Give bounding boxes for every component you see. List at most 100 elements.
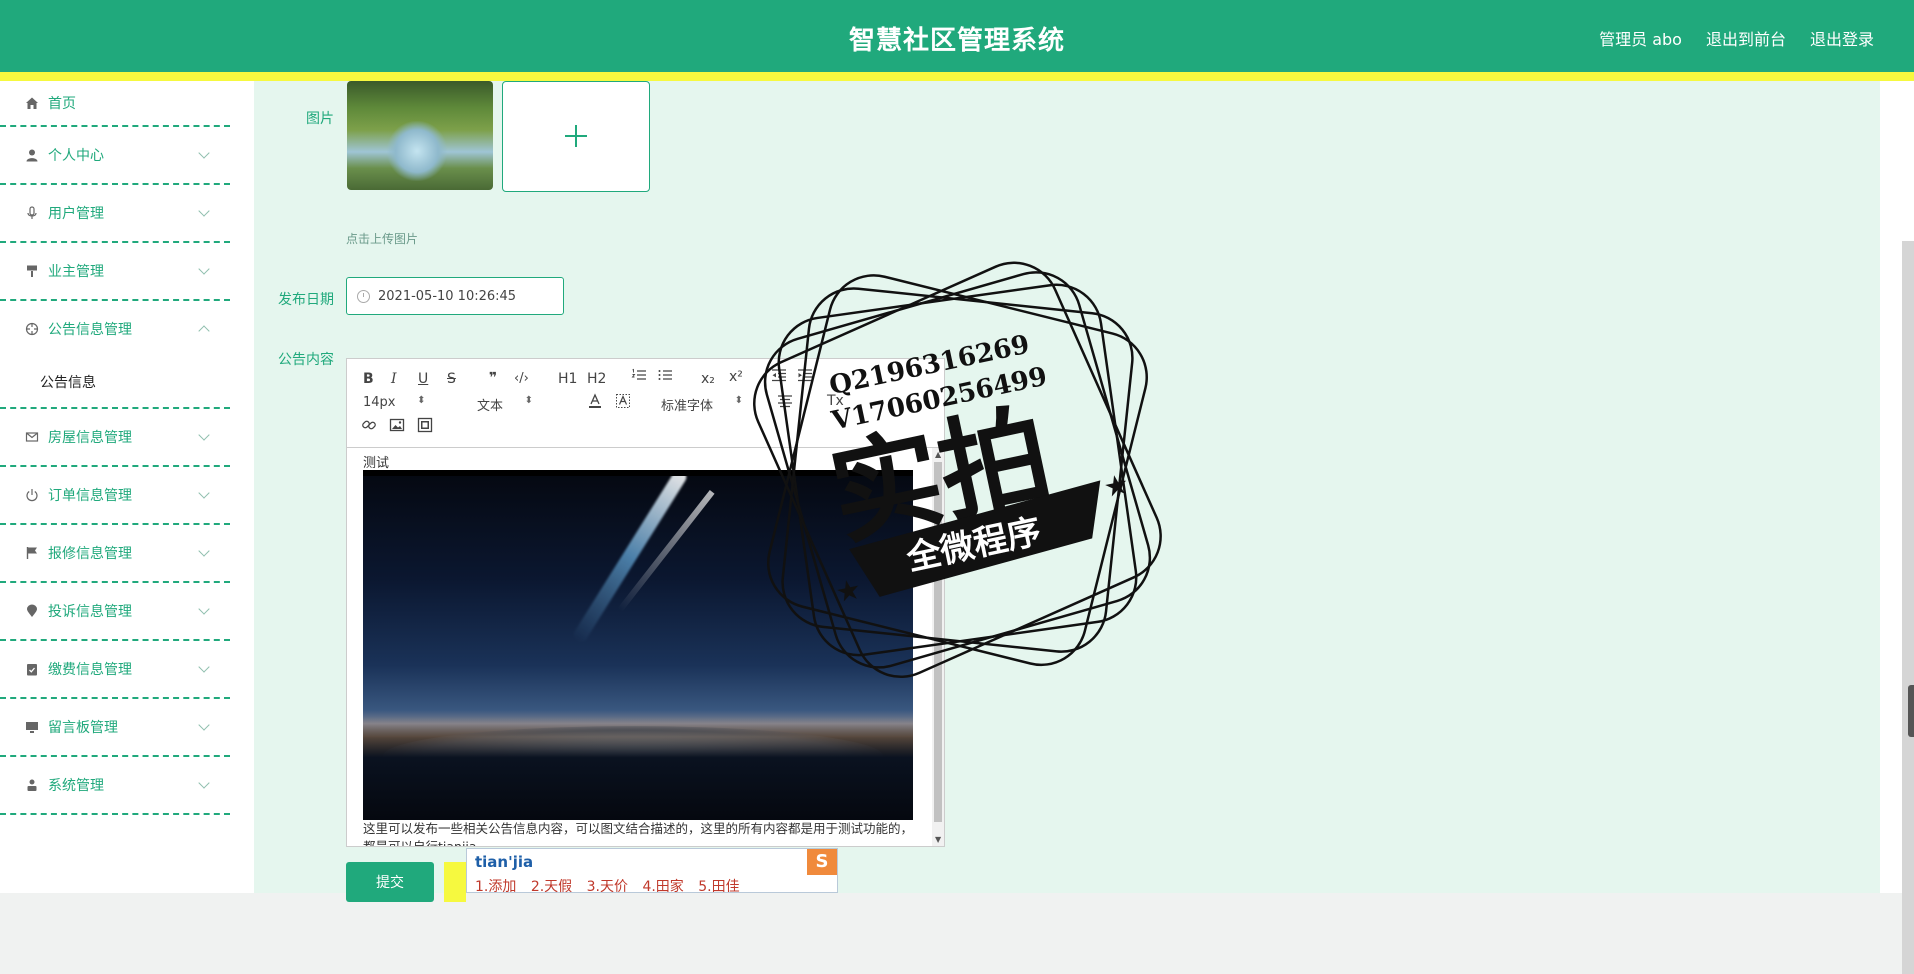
- font-color-icon[interactable]: [587, 393, 603, 413]
- image-comet-streak: [571, 476, 689, 645]
- chevron-up-icon: [198, 325, 210, 337]
- indent-increase-icon[interactable]: [797, 367, 813, 387]
- subscript-button[interactable]: x₂: [701, 371, 715, 387]
- sidebar-subitem-notice-info[interactable]: 公告信息: [0, 357, 230, 409]
- scroll-up-arrow-icon[interactable]: ▲: [935, 450, 941, 459]
- sidebar-item-owner-management[interactable]: 业主管理: [0, 243, 230, 301]
- heading-select[interactable]: 文本: [477, 395, 533, 414]
- sidebar-item-label: 业主管理: [48, 264, 104, 280]
- chevron-down-icon: [198, 603, 210, 615]
- submit-button[interactable]: 提交: [346, 862, 434, 902]
- sidebar-item-label: 系统管理: [48, 778, 104, 794]
- home-icon: [24, 95, 40, 111]
- logout-link[interactable]: 退出登录: [1810, 26, 1874, 50]
- image-upload-button[interactable]: [502, 81, 650, 192]
- header-actions: 管理员 abo 退出到前台 退出登录: [1599, 26, 1874, 50]
- background-color-icon[interactable]: [615, 393, 631, 413]
- side-float-tab[interactable]: [1908, 685, 1914, 737]
- secondary-button[interactable]: [444, 862, 466, 902]
- bullet-list-icon[interactable]: [657, 367, 673, 387]
- editor-scroll-thumb[interactable]: [934, 462, 942, 822]
- flag-icon: [24, 545, 40, 561]
- chevron-down-icon: [198, 487, 210, 499]
- superscript-button[interactable]: x²: [729, 369, 743, 385]
- sidebar-item-repair-management[interactable]: 报修信息管理: [0, 525, 230, 583]
- chevron-down-icon: [198, 777, 210, 789]
- image-city-lights: [363, 716, 913, 820]
- publish-date-input[interactable]: 2021-05-10 10:26:45: [346, 277, 564, 315]
- chevron-down-icon: [198, 147, 210, 159]
- editor-toolbar: B I U S ❞ ‹/› H1 H2 x₂ x² 14px 文本 标准字体 T…: [347, 359, 944, 448]
- location-icon: [24, 603, 40, 619]
- blockquote-button[interactable]: ❞: [489, 370, 497, 386]
- notice-content-label: 公告内容: [278, 352, 334, 368]
- sidebar-item-personal-center[interactable]: 个人中心: [0, 127, 230, 185]
- ordered-list-icon[interactable]: [631, 367, 647, 387]
- clear-format-button[interactable]: Tx: [827, 393, 844, 409]
- chevron-down-icon: [198, 545, 210, 557]
- sidebar-item-payment-management[interactable]: 缴费信息管理: [0, 641, 230, 699]
- thumbnail-water: [387, 121, 447, 181]
- sidebar-item-label: 投诉信息管理: [48, 604, 132, 620]
- sidebar-item-house-management[interactable]: 房屋信息管理: [0, 409, 230, 467]
- video-icon[interactable]: [417, 417, 433, 437]
- sidebar-item-system-management[interactable]: 系统管理: [0, 757, 230, 815]
- editor-text-top: 测试: [363, 456, 390, 471]
- chevron-down-icon: [198, 719, 210, 731]
- scroll-down-arrow-icon[interactable]: ▼: [935, 835, 941, 844]
- ime-candidates: 1.添加 2.天假 3.天价 4.田家 5.田佳: [475, 876, 750, 896]
- monitor-icon: [24, 719, 40, 735]
- image-icon[interactable]: [389, 417, 405, 437]
- sidebar-item-message-board-management[interactable]: 留言板管理: [0, 699, 230, 757]
- sidebar-item-complaint-management[interactable]: 投诉信息管理: [0, 583, 230, 641]
- exit-to-front-link[interactable]: 退出到前台: [1706, 26, 1786, 50]
- italic-button[interactable]: I: [391, 371, 397, 387]
- ime-candidate-window: tian'jia 1.添加 2.天假 3.天价 4.田家 5.田佳 S: [466, 848, 838, 896]
- image-label: 图片: [306, 111, 334, 127]
- indent-decrease-icon[interactable]: [771, 367, 787, 387]
- uploaded-image-thumbnail[interactable]: [347, 81, 493, 190]
- ime-composition: tian'jia: [475, 853, 534, 871]
- sidebar-item-notice-management[interactable]: 公告信息管理: [0, 301, 230, 357]
- underline-button[interactable]: U: [418, 371, 428, 387]
- sidebar-item-label: 首页: [48, 96, 76, 112]
- microphone-icon: [24, 205, 40, 221]
- sidebar-item-label: 留言板管理: [48, 720, 118, 736]
- publish-date-label: 发布日期: [278, 292, 334, 308]
- compass-icon: [24, 321, 40, 337]
- page-scrollbar[interactable]: [1902, 241, 1914, 974]
- chevron-down-icon: [198, 263, 210, 275]
- sidebar-item-label: 缴费信息管理: [48, 662, 132, 678]
- align-icon[interactable]: [777, 393, 793, 413]
- top-header: 智慧社区管理系统 管理员 abo 退出到前台 退出登录: [0, 0, 1914, 72]
- mail-icon: [24, 429, 40, 445]
- code-button[interactable]: ‹/›: [514, 371, 529, 386]
- sogou-logo-icon: S: [807, 849, 837, 875]
- sidebar-item-user-management[interactable]: 用户管理: [0, 185, 230, 243]
- publish-date-value: 2021-05-10 10:26:45: [378, 288, 517, 304]
- font-family-select[interactable]: 标准字体: [661, 395, 743, 414]
- plus-icon-vertical: [575, 125, 577, 147]
- link-icon[interactable]: [361, 417, 377, 437]
- sidebar-item-order-management[interactable]: 订单信息管理: [0, 467, 230, 525]
- admin-user-label: 管理员 abo: [1599, 30, 1682, 49]
- user-icon: [24, 147, 40, 163]
- embedded-night-sky-image[interactable]: [363, 470, 913, 820]
- editor-content[interactable]: 测试 这里可以发布一些相关公告信息内容，可以图文结合描述的，这里的所有内容都是用…: [347, 448, 932, 846]
- sidebar-item-label: 个人中心: [48, 148, 104, 164]
- editor-text-body: 这里可以发布一些相关公告信息内容，可以图文结合描述的，这里的所有内容都是用于测试…: [363, 821, 914, 846]
- font-size-select[interactable]: 14px: [363, 395, 425, 410]
- brush-icon: [24, 263, 40, 279]
- chevron-down-icon: [198, 661, 210, 673]
- sidebar-item-label: 用户管理: [48, 206, 104, 222]
- sidebar-item-label: 报修信息管理: [48, 546, 132, 562]
- strike-button[interactable]: S: [447, 371, 456, 387]
- h1-button[interactable]: H1: [558, 371, 577, 387]
- rich-text-editor: B I U S ❞ ‹/› H1 H2 x₂ x² 14px 文本 标准字体 T…: [346, 358, 945, 847]
- h2-button[interactable]: H2: [587, 371, 606, 387]
- header-accent-stripe: [0, 72, 1914, 81]
- sidebar-item-label: 房屋信息管理: [48, 430, 132, 446]
- bold-button[interactable]: B: [363, 371, 374, 387]
- sidebar-item-home[interactable]: 首页: [0, 81, 230, 127]
- editor-scrollbar[interactable]: ▲ ▼: [932, 448, 944, 846]
